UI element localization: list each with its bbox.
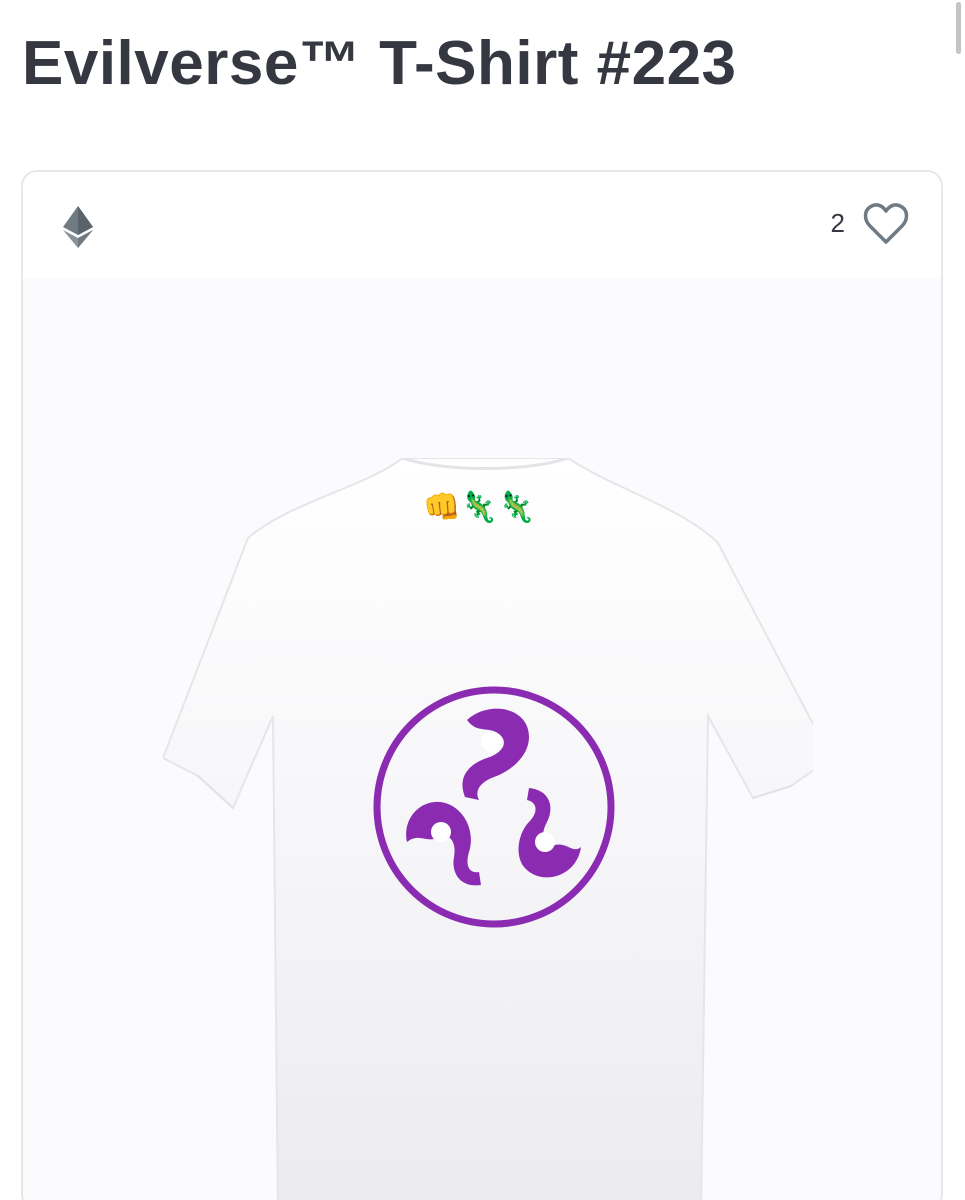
favorite-count: 2 bbox=[830, 208, 845, 238]
nft-image[interactable]: 👊🦎🦎 bbox=[23, 278, 941, 1200]
scrollbar-thumb[interactable] bbox=[956, 2, 961, 54]
ethereum-icon[interactable] bbox=[63, 206, 93, 248]
heart-icon[interactable] bbox=[863, 202, 909, 246]
triskelion-logo-icon bbox=[373, 686, 615, 928]
nft-item-page: Evilverse™ T-Shirt #223 2 👊🦎🦎 bbox=[0, 0, 965, 1200]
page-title: Evilverse™ T-Shirt #223 bbox=[22, 29, 737, 98]
card-header: 2 bbox=[23, 172, 941, 278]
scrollbar[interactable] bbox=[951, 0, 965, 1200]
item-media-card: 2 👊🦎🦎 bbox=[21, 170, 943, 1200]
neck-emoji-print: 👊🦎🦎 bbox=[423, 490, 536, 525]
